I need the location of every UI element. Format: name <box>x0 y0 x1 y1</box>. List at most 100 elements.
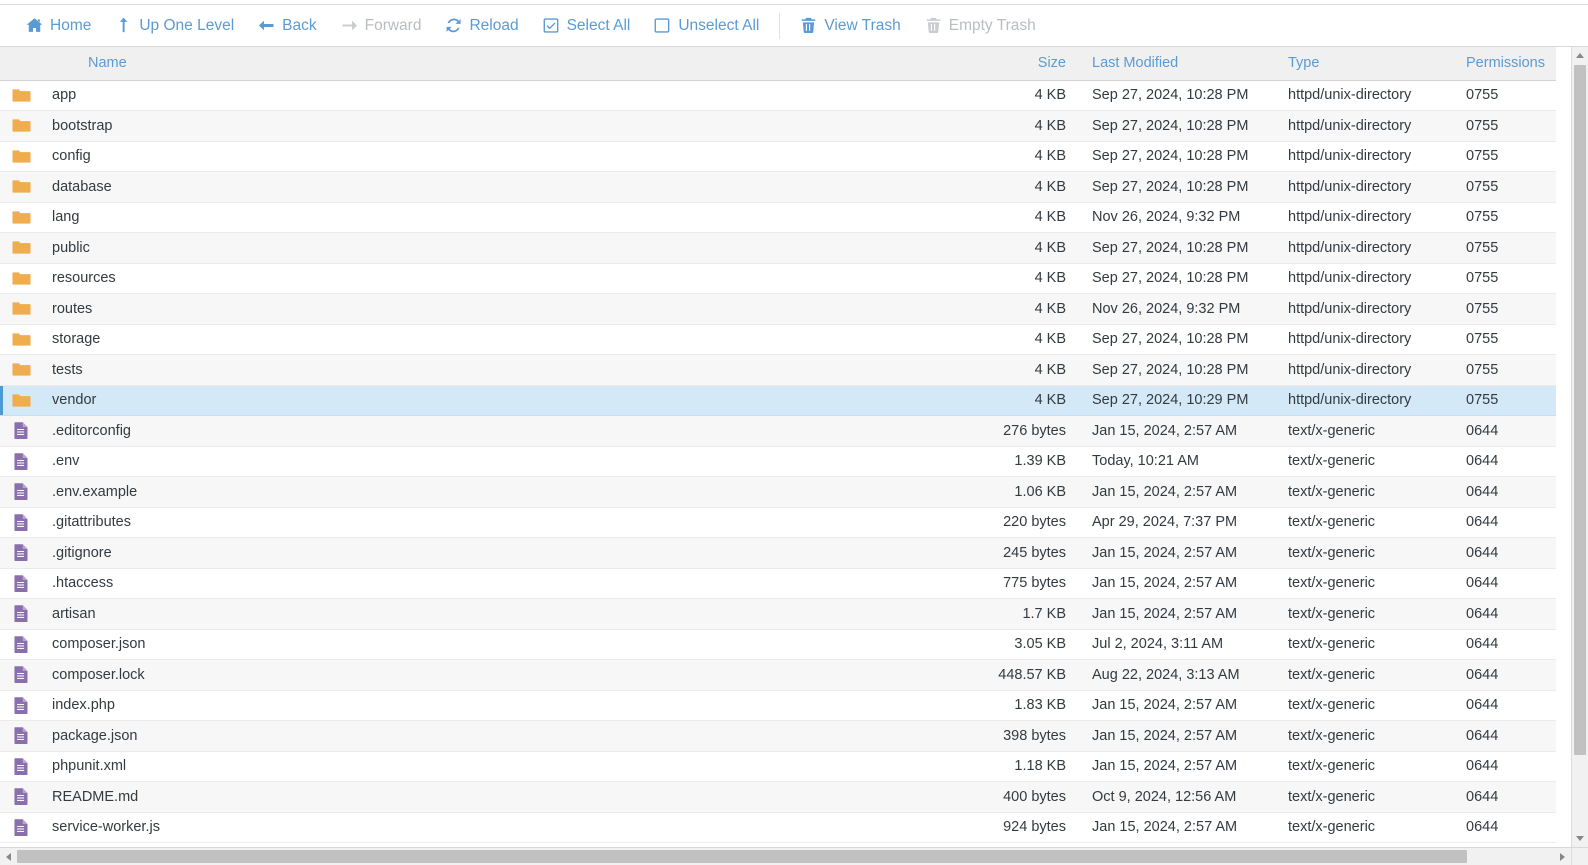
horizontal-scrollbar-track[interactable] <box>17 848 1554 865</box>
file-size-cell: 1.83 KB <box>970 690 1080 721</box>
table-row[interactable]: composer.json 3.05 KB Jul 2, 2024, 3:11 AM… <box>0 629 1556 660</box>
table-row[interactable]: .env 1.39 KB Today, 10:21 AM text/x-generic… <box>0 446 1556 477</box>
column-header-type[interactable]: Type <box>1276 47 1454 81</box>
file-name-cell[interactable]: database <box>40 171 970 203</box>
toolbar-button-home[interactable]: Home <box>14 11 103 41</box>
toolbar-button-up-one-level[interactable]: Up One Level <box>103 11 246 41</box>
file-list-header: Name Size Last Modified Type Permissions <box>0 47 1556 81</box>
table-row[interactable]: service-worker.js 924 bytes Jan 15, 2024, … <box>0 812 1556 843</box>
file-permissions-cell: 0755 <box>1454 141 1556 172</box>
file-permissions-cell: 0755 <box>1454 293 1556 325</box>
table-row[interactable]: bootstrap 4 KB Sep 27, 2024, 10:28 PM httpd… <box>0 110 1556 142</box>
file-icon <box>0 690 40 721</box>
toolbar-button-reload[interactable]: Reload <box>433 11 530 41</box>
file-name-cell[interactable]: resources <box>40 263 970 294</box>
file-modified-cell: Nov 26, 2024, 9:32 PM <box>1080 293 1276 325</box>
file-list-body: app 4 KB Sep 27, 2024, 10:28 PM httpd/unix-… <box>0 80 1556 843</box>
table-row[interactable]: app 4 KB Sep 27, 2024, 10:28 PM httpd/unix-… <box>0 80 1556 111</box>
file-name-cell[interactable]: index.php <box>40 690 970 721</box>
file-name-cell[interactable]: vendor <box>40 385 970 416</box>
toolbar-button-select-all[interactable]: Select All <box>531 11 643 41</box>
table-row[interactable]: routes 4 KB Nov 26, 2024, 9:32 PM httpd/uni… <box>0 293 1556 325</box>
table-row[interactable]: .gitignore 245 bytes Jan 15, 2024, 2:57 AM… <box>0 537 1556 569</box>
file-name-cell[interactable]: .env.example <box>40 476 970 508</box>
column-header-last-modified[interactable]: Last Modified <box>1080 47 1276 81</box>
file-name-cell[interactable]: lang <box>40 202 970 233</box>
file-type-cell: httpd/unix-directory <box>1276 202 1454 233</box>
file-name-cell[interactable]: bootstrap <box>40 110 970 142</box>
file-size-cell: 4 KB <box>970 171 1080 203</box>
file-name-cell[interactable]: tests <box>40 354 970 386</box>
column-header-name[interactable]: Name <box>40 47 970 81</box>
table-row[interactable]: resources 4 KB Sep 27, 2024, 10:28 PM httpd… <box>0 263 1556 294</box>
table-row[interactable]: .gitattributes 220 bytes Apr 29, 2024, 7:3… <box>0 507 1556 538</box>
file-name-cell[interactable]: storage <box>40 324 970 355</box>
table-row[interactable]: tests 4 KB Sep 27, 2024, 10:28 PM httpd/uni… <box>0 354 1556 386</box>
column-header-size[interactable]: Size <box>970 47 1080 81</box>
file-size-cell: 775 bytes <box>970 568 1080 599</box>
trash-icon <box>800 17 817 34</box>
vertical-scrollbar[interactable] <box>1571 47 1588 847</box>
table-row[interactable]: index.php 1.83 KB Jan 15, 2024, 2:57 AM tex… <box>0 690 1556 721</box>
toolbar-button-view-trash[interactable]: View Trash <box>788 11 912 41</box>
file-name-cell[interactable]: composer.lock <box>40 659 970 691</box>
file-size-cell: 220 bytes <box>970 507 1080 538</box>
checkbox-checked-icon <box>543 17 560 34</box>
file-name-cell[interactable]: public <box>40 232 970 264</box>
toolbar-button-back[interactable]: Back <box>246 11 328 41</box>
file-name-cell[interactable]: config <box>40 141 970 172</box>
file-name-cell[interactable]: composer.json <box>40 629 970 660</box>
file-modified-cell: Apr 29, 2024, 7:37 PM <box>1080 507 1276 538</box>
table-row[interactable]: .htaccess 775 bytes Jan 15, 2024, 2:57 AM t… <box>0 568 1556 599</box>
file-size-cell: 448.57 KB <box>970 659 1080 691</box>
column-header-permissions[interactable]: Permissions <box>1454 47 1556 81</box>
table-row[interactable]: lang 4 KB Nov 26, 2024, 9:32 PM httpd/unix-… <box>0 202 1556 233</box>
table-row[interactable]: artisan 1.7 KB Jan 15, 2024, 2:57 AM text/x… <box>0 598 1556 630</box>
vertical-scrollbar-thumb[interactable] <box>1574 65 1586 755</box>
table-row[interactable]: package.json 398 bytes Jan 15, 2024, 2:57 … <box>0 720 1556 752</box>
scroll-left-button[interactable] <box>0 848 17 865</box>
file-name-cell[interactable]: phpunit.xml <box>40 751 970 782</box>
file-name-cell[interactable]: app <box>40 80 970 111</box>
header-row: Name Size Last Modified Type Permissions <box>0 47 1556 81</box>
file-name-cell[interactable]: routes <box>40 293 970 325</box>
horizontal-scrollbar-thumb[interactable] <box>17 850 1467 863</box>
file-modified-cell: Sep 27, 2024, 10:28 PM <box>1080 324 1276 355</box>
file-size-cell: 1.7 KB <box>970 598 1080 630</box>
trash-icon <box>925 17 942 34</box>
table-row[interactable]: .env.example 1.06 KB Jan 15, 2024, 2:57 AM… <box>0 476 1556 508</box>
scroll-up-button[interactable] <box>1572 47 1588 64</box>
table-row[interactable]: composer.lock 448.57 KB Aug 22, 2024, 3:13… <box>0 659 1556 691</box>
scroll-right-button[interactable] <box>1554 848 1571 865</box>
table-row[interactable]: storage 4 KB Sep 27, 2024, 10:28 PM httpd/u… <box>0 324 1556 355</box>
scroll-down-button[interactable] <box>1572 830 1588 847</box>
file-name-cell[interactable]: README.md <box>40 781 970 813</box>
toolbar-button-label: Reload <box>469 16 519 34</box>
table-row[interactable]: README.md 400 bytes Oct 9, 2024, 12:56 AM t… <box>0 781 1556 813</box>
file-icon <box>0 446 40 477</box>
file-name-cell[interactable]: artisan <box>40 598 970 630</box>
file-name-cell[interactable]: .env <box>40 446 970 477</box>
file-icon <box>0 720 40 752</box>
table-row[interactable]: vendor 4 KB Sep 27, 2024, 10:29 PM httpd/un… <box>0 385 1556 416</box>
table-row[interactable]: config 4 KB Sep 27, 2024, 10:28 PM httpd/un… <box>0 141 1556 172</box>
table-row[interactable]: database 4 KB Sep 27, 2024, 10:28 PM httpd/… <box>0 171 1556 203</box>
file-name-cell[interactable]: .gitattributes <box>40 507 970 538</box>
table-row[interactable]: phpunit.xml 1.18 KB Jan 15, 2024, 2:57 AM t… <box>0 751 1556 782</box>
file-name-cell[interactable]: .htaccess <box>40 568 970 599</box>
file-name-cell[interactable]: .editorconfig <box>40 415 970 447</box>
arrow-left-icon <box>6 852 11 861</box>
file-size-cell: 4 KB <box>970 202 1080 233</box>
table-row[interactable]: .editorconfig 276 bytes Jan 15, 2024, 2:57… <box>0 415 1556 447</box>
file-icon <box>0 568 40 599</box>
table-row[interactable]: public 4 KB Sep 27, 2024, 10:28 PM httpd/un… <box>0 232 1556 264</box>
file-size-cell: 4 KB <box>970 354 1080 386</box>
horizontal-scrollbar[interactable] <box>0 848 1588 865</box>
file-name-cell[interactable]: service-worker.js <box>40 812 970 843</box>
toolbar-button-unselect-all[interactable]: Unselect All <box>642 11 771 41</box>
file-name-cell[interactable]: package.json <box>40 720 970 752</box>
file-permissions-cell: 0755 <box>1454 385 1556 416</box>
file-name-cell[interactable]: .gitignore <box>40 537 970 569</box>
file-modified-cell: Jan 15, 2024, 2:57 AM <box>1080 476 1276 508</box>
file-type-cell: text/x-generic <box>1276 751 1454 782</box>
